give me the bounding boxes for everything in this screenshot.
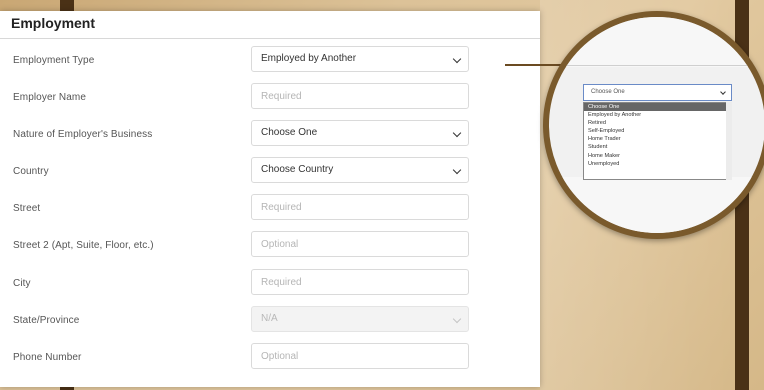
street-label: Street bbox=[13, 203, 41, 214]
employer-business-label: Nature of Employer's Business bbox=[13, 129, 153, 140]
country-select[interactable]: Choose Country bbox=[251, 157, 469, 183]
magnifier-callout: Choose One Choose One Employed by Another… bbox=[543, 11, 764, 239]
country-value: Choose Country bbox=[261, 164, 334, 175]
state-province-value: N/A bbox=[261, 313, 278, 324]
employer-business-select[interactable]: Choose One bbox=[251, 120, 469, 146]
state-province-label: State/Province bbox=[13, 315, 80, 326]
chevron-down-icon bbox=[452, 54, 462, 64]
street-2-input[interactable] bbox=[251, 231, 469, 257]
dropdown-option[interactable]: Home Trader bbox=[584, 135, 731, 143]
employment-form-panel: Employment Employment Type Employed by A… bbox=[0, 11, 540, 387]
form-row-phone-number: Phone Number bbox=[0, 343, 540, 377]
form-row-employer-business: Nature of Employer's Business Choose One bbox=[0, 120, 540, 154]
employment-type-value: Employed by Another bbox=[261, 53, 357, 64]
form-row-employment-type: Employment Type Employed by Another bbox=[0, 46, 540, 80]
magnifier-header-area bbox=[549, 17, 764, 67]
magnified-select-value: Choose One bbox=[591, 89, 625, 95]
section-divider bbox=[0, 38, 540, 39]
form-row-street-2: Street 2 (Apt, Suite, Floor, etc.) bbox=[0, 231, 540, 265]
dropdown-option[interactable]: Self-Employed bbox=[584, 127, 731, 135]
form-row-street: Street bbox=[0, 194, 540, 228]
street-2-label: Street 2 (Apt, Suite, Floor, etc.) bbox=[13, 240, 154, 251]
magnifier-lower-area bbox=[549, 177, 764, 233]
dropdown-option[interactable]: Unemployed bbox=[584, 160, 731, 168]
chevron-down-icon bbox=[452, 128, 462, 138]
form-row-state-province: State/Province N/A bbox=[0, 306, 540, 340]
employer-name-label: Employer Name bbox=[13, 92, 86, 103]
phone-number-input[interactable] bbox=[251, 343, 469, 369]
magnified-business-select[interactable]: Choose One bbox=[583, 84, 732, 101]
street-input[interactable] bbox=[251, 194, 469, 220]
phone-number-label: Phone Number bbox=[13, 352, 82, 363]
city-label: City bbox=[13, 278, 31, 289]
city-input[interactable] bbox=[251, 269, 469, 295]
section-title: Employment bbox=[11, 15, 96, 31]
form-row-city: City bbox=[0, 269, 540, 303]
state-province-select: N/A bbox=[251, 306, 469, 332]
employment-type-select[interactable]: Employed by Another bbox=[251, 46, 469, 72]
chevron-down-icon bbox=[452, 165, 462, 175]
magnifier-divider bbox=[549, 65, 764, 66]
dropdown-option[interactable]: Employed by Another bbox=[584, 111, 731, 119]
chevron-down-icon bbox=[452, 314, 462, 324]
dropdown-option[interactable]: Choose One bbox=[584, 103, 731, 112]
form-row-employer-name: Employer Name bbox=[0, 83, 540, 117]
country-label: Country bbox=[13, 166, 49, 177]
chevron-down-icon bbox=[720, 89, 726, 95]
employer-name-input[interactable] bbox=[251, 83, 469, 109]
dropdown-option[interactable]: Home Maker bbox=[584, 152, 731, 160]
dropdown-option[interactable]: Retired bbox=[584, 119, 731, 127]
dropdown-scrollbar[interactable] bbox=[726, 102, 732, 180]
magnified-dropdown-list[interactable]: Choose One Employed by Another Retired Self… bbox=[583, 102, 732, 180]
form-row-country: Country Choose Country bbox=[0, 157, 540, 191]
employment-type-label: Employment Type bbox=[13, 55, 95, 66]
dropdown-option[interactable]: Student bbox=[584, 143, 731, 151]
employer-business-value: Choose One bbox=[261, 127, 318, 138]
